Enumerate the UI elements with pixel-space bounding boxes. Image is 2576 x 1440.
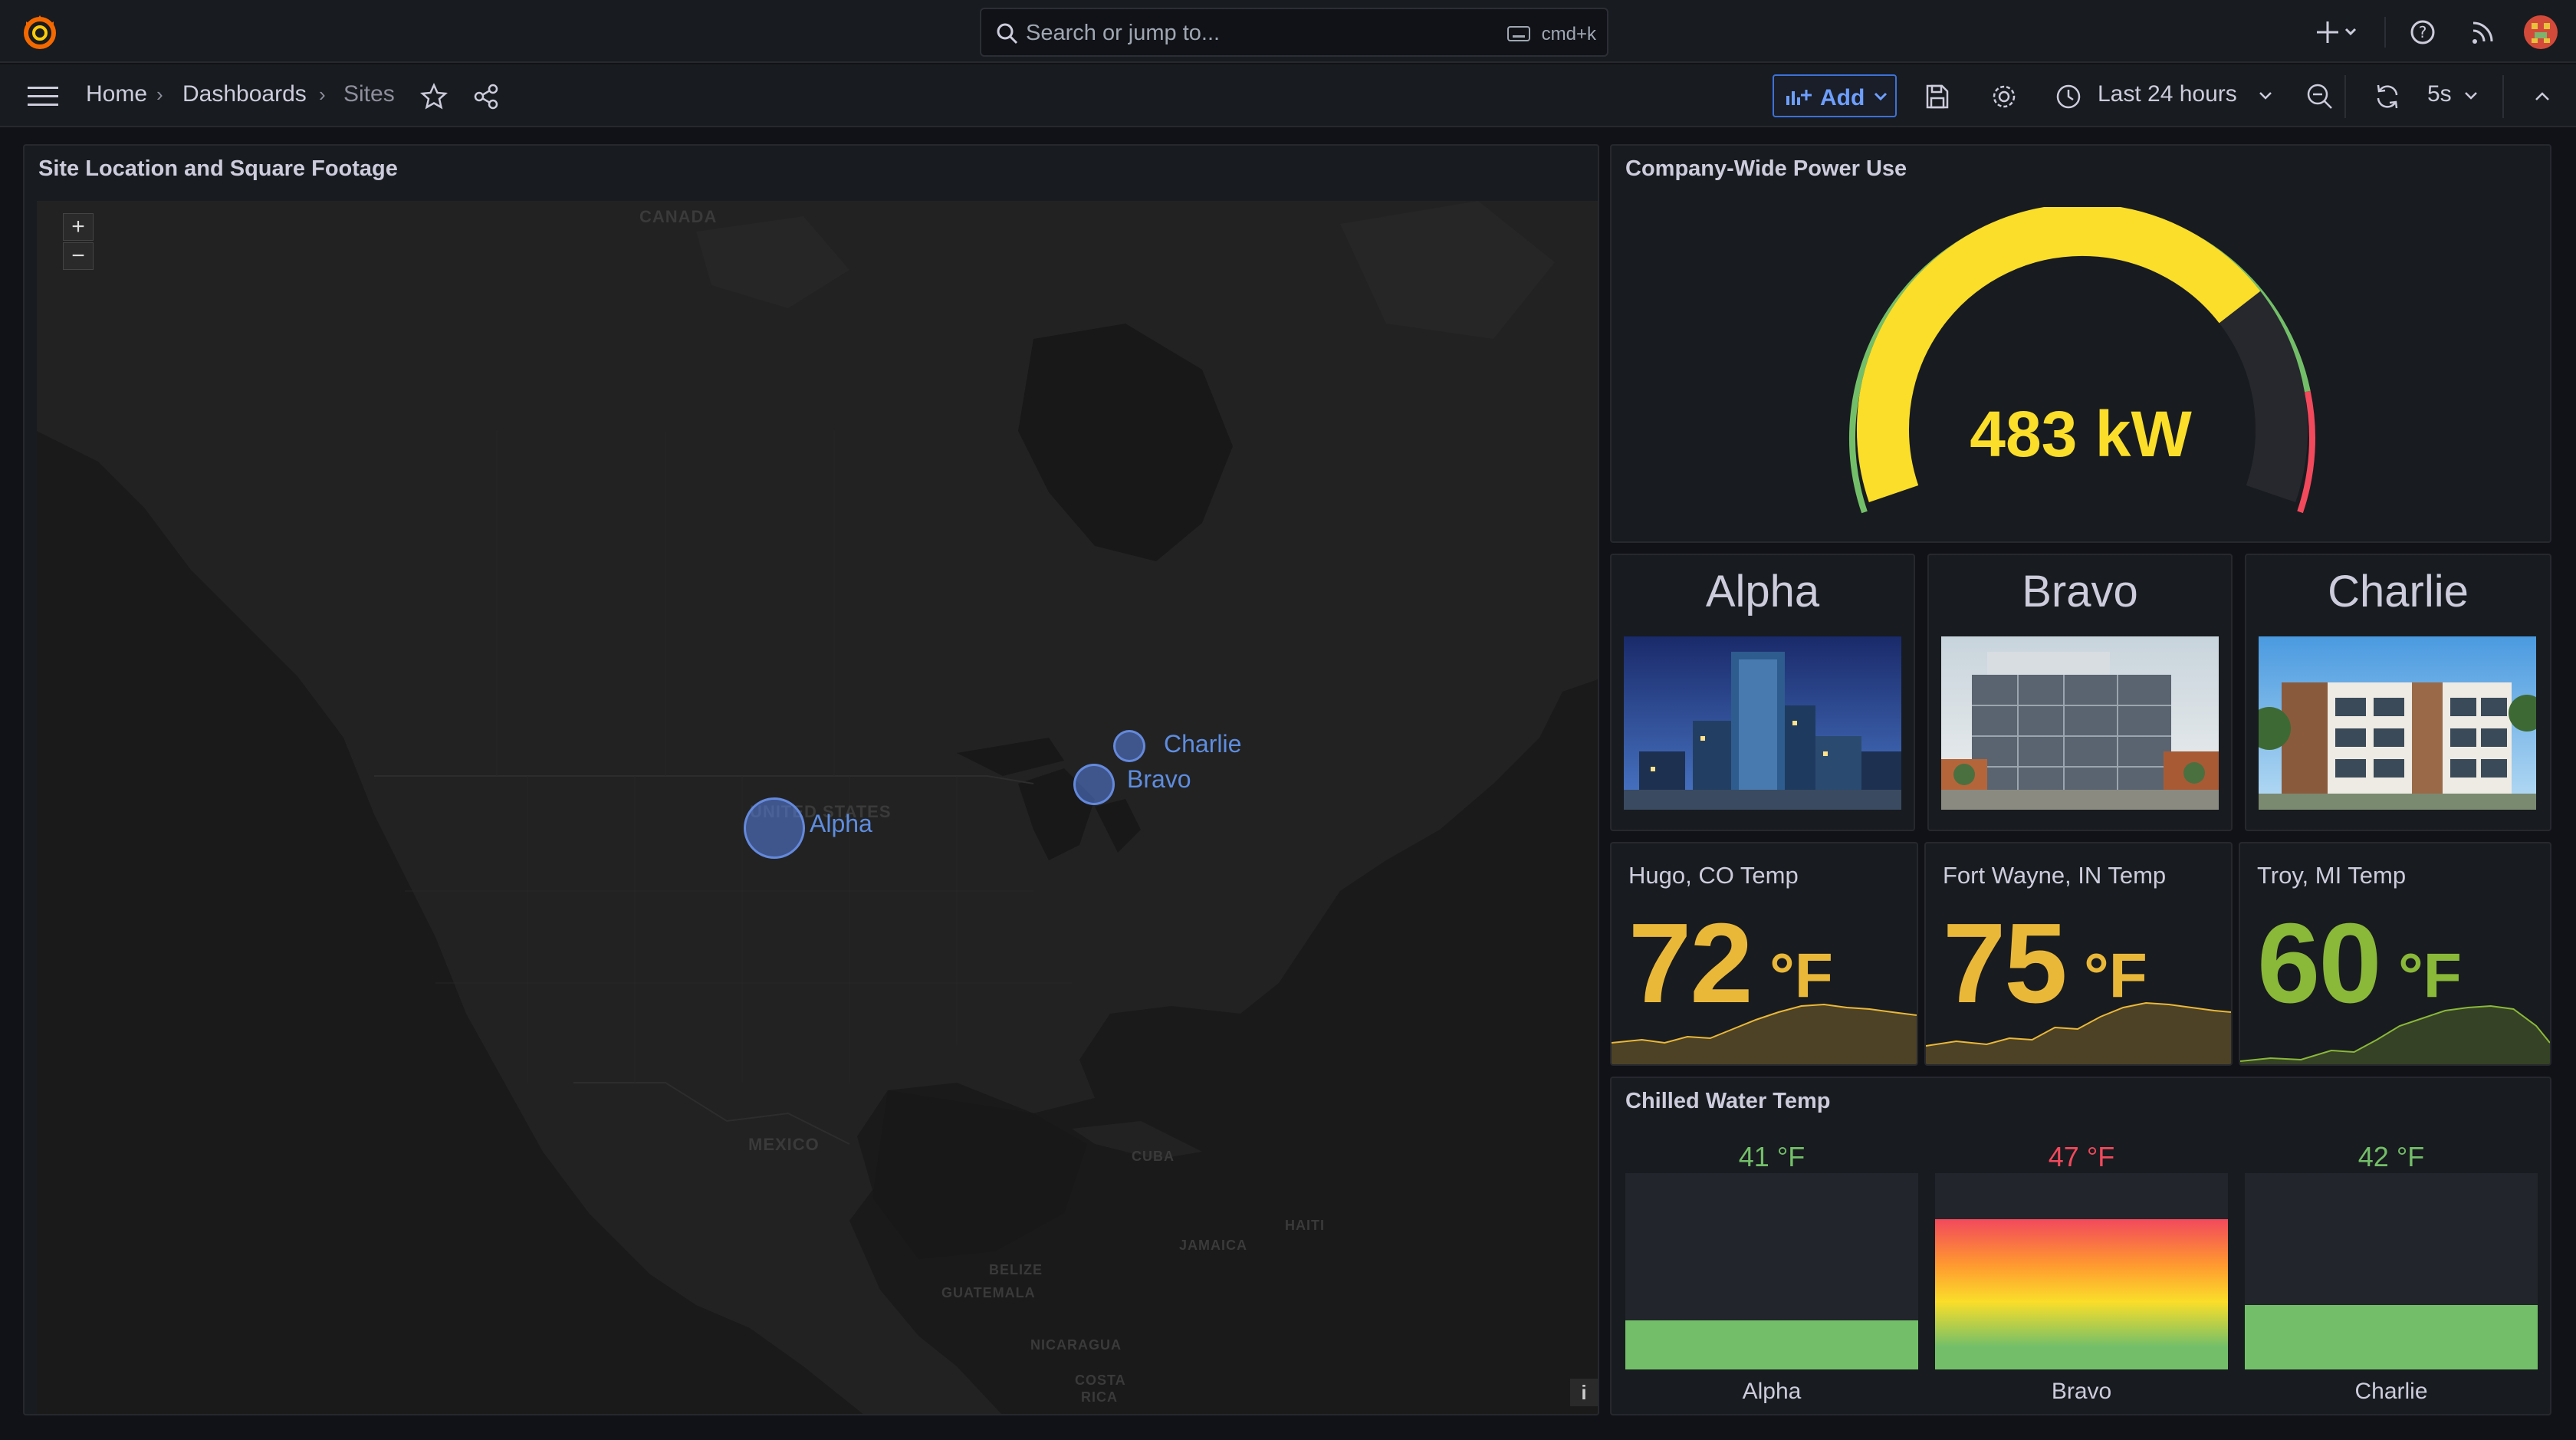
new-plus-icon[interactable]: [2312, 14, 2361, 51]
stat-title: Fort Wayne, IN Temp: [1943, 862, 2167, 889]
top-bar: Search or jump to... cmd+k ?: [0, 0, 2576, 63]
map-label-costa-rica: COSTA: [1075, 1373, 1126, 1388]
refresh-interval-picker[interactable]: 5s: [2427, 81, 2452, 107]
refresh-icon[interactable]: [2372, 81, 2403, 112]
breadcrumb-dashboards[interactable]: Dashboards: [182, 81, 307, 107]
user-avatar[interactable]: [2522, 14, 2559, 51]
search-shortcut: cmd+k: [1541, 24, 1596, 44]
divider: [2344, 75, 2346, 118]
chevron-down-icon[interactable]: [2257, 89, 2274, 103]
divider: [2502, 75, 2504, 118]
temp-stat-troy: Troy, MI Temp 60 °F: [2239, 842, 2551, 1066]
stat-sparkline: [1926, 1001, 2231, 1064]
map-label-canada: CANADA: [639, 207, 718, 226]
site-card-alpha: Alpha: [1610, 554, 1915, 831]
breadcrumb-home[interactable]: Home: [86, 81, 147, 107]
site-image-charlie: [2259, 636, 2536, 810]
add-button[interactable]: Add: [1773, 74, 1897, 117]
panel-title: Site Location and Square Footage: [38, 156, 398, 181]
breadcrumb-separator: ›: [319, 83, 326, 106]
geomap[interactable]: + − CANADA UNITED STATES MEXICO CUBA HAI…: [37, 201, 1598, 1414]
map-panel: Site Location and Square Footage + − CAN…: [23, 144, 1599, 1415]
search-input[interactable]: Search or jump to... cmd+k: [980, 8, 1608, 57]
map-zoom-out-button[interactable]: −: [63, 242, 94, 270]
dashboard-nav-bar: Home › Dashboards › Sites Add Last 24 ho…: [0, 64, 2576, 127]
bar-gauge-label: Bravo: [2051, 1379, 2112, 1404]
bar-gauge-bravo: [1935, 1173, 2228, 1369]
panel-title: Company-Wide Power Use: [1625, 156, 1907, 181]
stat-title: Hugo, CO Temp: [1628, 862, 1799, 889]
bar-gauge-fill: [1935, 1219, 2228, 1369]
map-marker-label: Charlie: [1164, 730, 1242, 758]
site-name: Bravo: [2022, 567, 2138, 616]
svg-text:?: ?: [2419, 23, 2427, 41]
map-label-jamaica: JAMAICA: [1179, 1238, 1248, 1253]
search-placeholder: Search or jump to...: [1026, 21, 1221, 45]
map-label-nicaragua: NICARAGUA: [1030, 1337, 1122, 1353]
map-marker-label: Bravo: [1127, 765, 1191, 793]
clock-icon: [2056, 84, 2081, 109]
settings-gear-icon[interactable]: [1989, 81, 2019, 112]
bar-gauge-fill: [2245, 1305, 2538, 1369]
map-marker-charlie[interactable]: [1113, 730, 1145, 762]
power-gauge-value: 483 kW: [1970, 398, 2192, 470]
bar-gauge-label: Charlie: [2354, 1379, 2428, 1404]
divider: [2384, 17, 2386, 48]
map-label-guatemala: GUATEMALA: [941, 1285, 1036, 1300]
bar-gauge-alpha: [1625, 1173, 1918, 1369]
map-label-mexico: MEXICO: [748, 1135, 820, 1154]
map-marker-alpha[interactable]: [744, 797, 805, 859]
map-label-belize: BELIZE: [989, 1262, 1043, 1277]
chevron-down-icon: [1874, 92, 1888, 101]
map-label-cuba: CUBA: [1132, 1149, 1175, 1164]
keyboard-icon: [1507, 26, 1530, 41]
bar-gauge-value: 47 °F: [2048, 1141, 2115, 1172]
bar-gauge-value: 41 °F: [1738, 1141, 1806, 1172]
power-gauge: [1849, 207, 2315, 514]
chevron-down-icon[interactable]: [2463, 89, 2479, 103]
map-label-costa-rica: RICA: [1081, 1389, 1118, 1405]
temp-stat-hugo: Hugo, CO Temp 72 °F: [1610, 842, 1918, 1066]
bar-gauge-charlie: [2245, 1173, 2538, 1369]
stat-sparkline: [2240, 1004, 2550, 1064]
site-card-bravo: Bravo: [1927, 554, 2233, 831]
map-marker-label: Alpha: [810, 810, 872, 837]
news-feed-icon[interactable]: [2467, 14, 2498, 51]
time-range-picker[interactable]: Last 24 hours: [2098, 81, 2237, 107]
stat-sparkline: [1612, 1003, 1917, 1064]
add-panel-icon: [1786, 90, 1812, 105]
help-icon[interactable]: ?: [2407, 14, 2438, 51]
map-label-haiti: HAITI: [1285, 1218, 1325, 1233]
menu-hamburger-icon[interactable]: [28, 84, 58, 109]
map-marker-bravo[interactable]: [1073, 764, 1115, 805]
stat-title: Troy, MI Temp: [2257, 862, 2407, 889]
temp-stat-fort-wayne: Fort Wayne, IN Temp 75 °F: [1924, 842, 2233, 1066]
search-icon: [997, 23, 1018, 44]
map-zoom-in-button[interactable]: +: [63, 213, 94, 241]
panel-title: Chilled Water Temp: [1625, 1089, 1831, 1113]
power-gauge-panel: Company-Wide Power Use 483 kW: [1610, 144, 2551, 543]
bar-gauge-label: Alpha: [1742, 1379, 1802, 1404]
bar-gauge-fill: [1625, 1320, 1918, 1369]
site-card-charlie: Charlie: [2245, 554, 2551, 831]
bar-gauge-value: 42 °F: [2358, 1141, 2425, 1172]
map-attribution-info-button[interactable]: i: [1570, 1379, 1598, 1406]
star-icon[interactable]: [419, 81, 449, 112]
site-image-bravo: [1941, 636, 2219, 810]
zoom-out-icon[interactable]: [2305, 81, 2335, 112]
share-icon[interactable]: [471, 81, 501, 112]
chevron-up-icon[interactable]: [2527, 81, 2558, 112]
site-image-alpha: [1624, 636, 1901, 810]
breadcrumb-current: Sites: [343, 81, 395, 107]
breadcrumb-separator: ›: [156, 83, 163, 106]
add-button-label: Add: [1820, 85, 1865, 110]
site-name: Alpha: [1705, 567, 1820, 616]
site-name: Charlie: [2328, 567, 2469, 616]
grafana-logo-icon[interactable]: [20, 12, 60, 52]
save-icon[interactable]: [1921, 81, 1952, 112]
chilled-water-panel: Chilled Water Temp 41 °F Alpha 47 °F Bra…: [1610, 1077, 2551, 1415]
